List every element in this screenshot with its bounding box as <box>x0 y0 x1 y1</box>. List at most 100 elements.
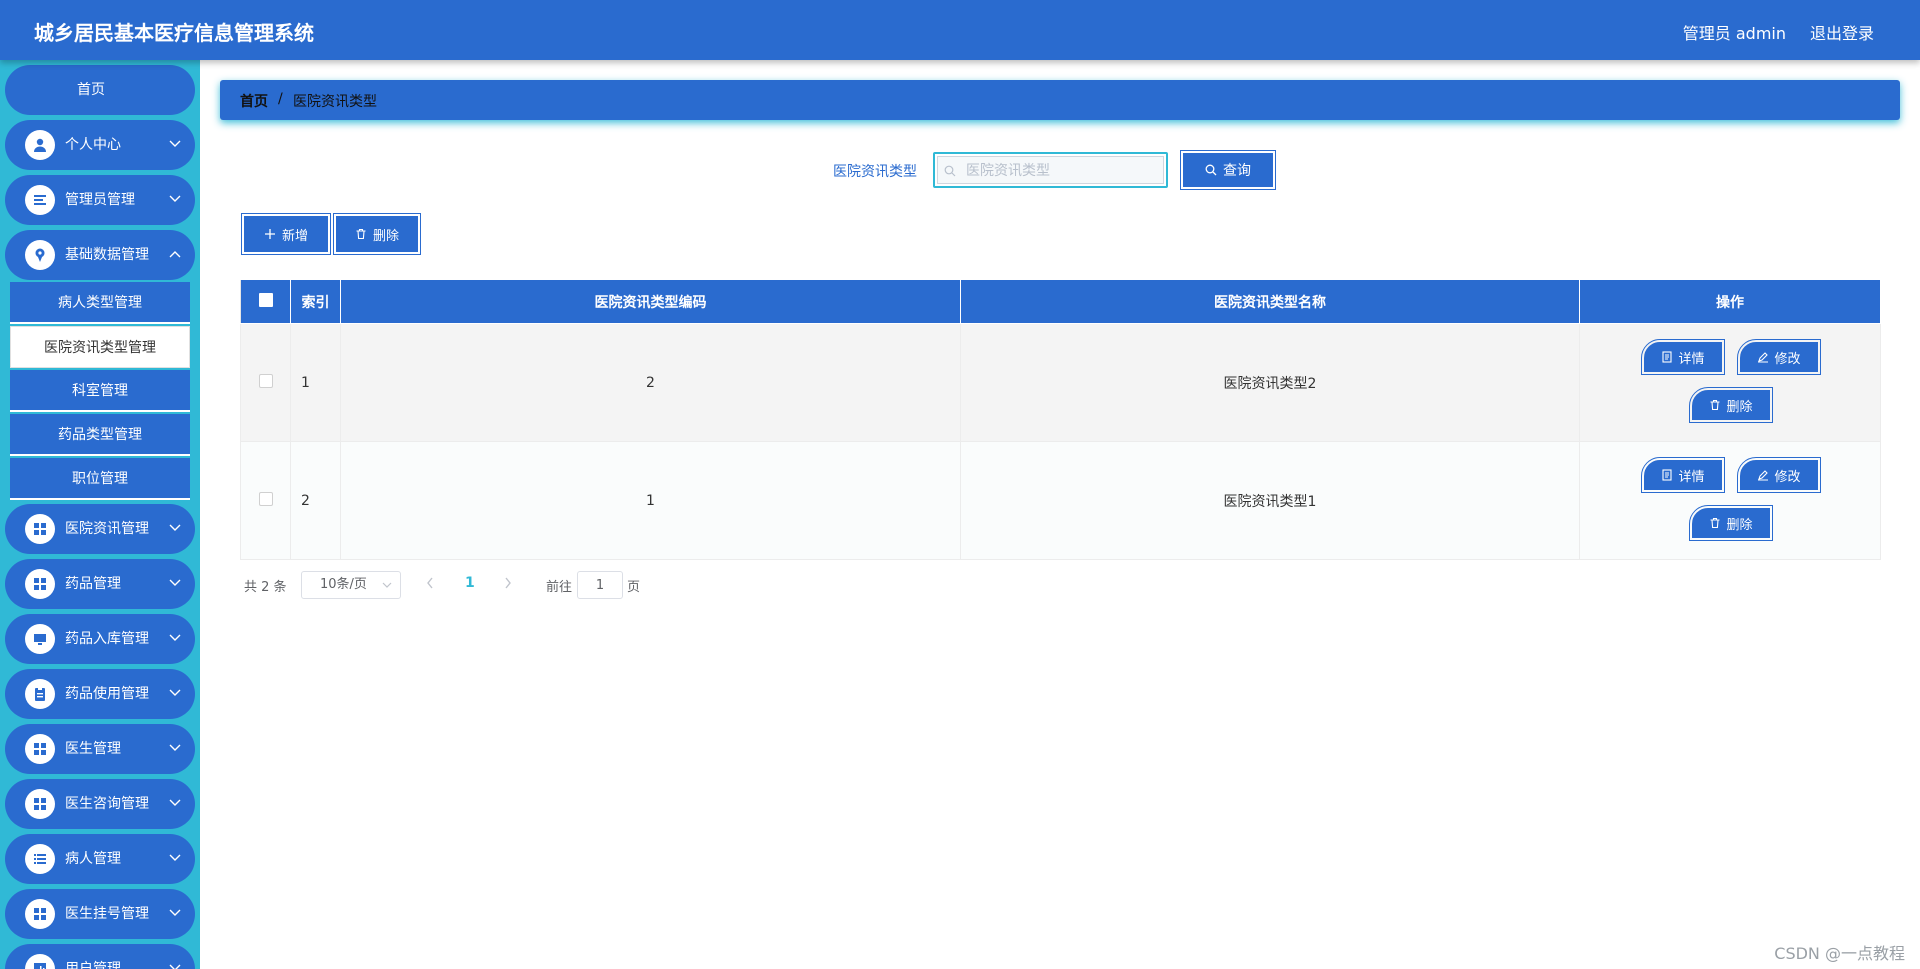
sidebar-item-label: 医生管理 <box>65 741 121 757</box>
chevron-down-icon <box>169 140 181 147</box>
chevron-down-icon <box>169 964 181 969</box>
document-icon <box>1662 469 1673 481</box>
row-actions: 详情 修改 删除 <box>1580 324 1880 441</box>
delete-button-label: 删除 <box>1726 399 1753 415</box>
sidebar-item-doctor-consult[interactable]: 医生咨询管理 <box>5 779 195 829</box>
chevron-down-icon <box>169 634 181 641</box>
search-input[interactable] <box>966 160 1156 182</box>
breadcrumb-separator: / <box>278 91 283 107</box>
sidebar-item-user[interactable]: 用户管理 <box>5 944 195 969</box>
sidebar-item-admin-management[interactable]: 管理员管理 <box>5 175 195 225</box>
grid-icon <box>25 514 55 544</box>
chevron-down-icon <box>169 744 181 751</box>
detail-button-label: 详情 <box>1678 469 1705 485</box>
query-button-label: 查询 <box>1223 163 1251 179</box>
watermark-text: CSDN @一点教程 <box>1774 944 1905 963</box>
app-title: 城乡居民基本医疗信息管理系统 <box>34 21 314 45</box>
chevron-down-icon <box>169 909 181 916</box>
grid-icon <box>25 899 55 929</box>
select-all-checkbox[interactable] <box>258 292 273 307</box>
sidebar-item-drug-usage[interactable]: 药品使用管理 <box>5 669 195 719</box>
chevron-down-icon <box>169 524 181 531</box>
sidebar-item-label: 病人管理 <box>65 851 121 867</box>
sidebar-item-personal-center[interactable]: 个人中心 <box>5 120 195 170</box>
sidebar-item-patient[interactable]: 病人管理 <box>5 834 195 884</box>
cell-code: 1 <box>340 441 961 560</box>
batch-delete-button[interactable]: 删除 <box>333 213 421 255</box>
row-checkbox[interactable] <box>258 373 273 388</box>
query-button[interactable]: 查询 <box>1180 150 1276 190</box>
detail-button[interactable]: 详情 <box>1641 457 1725 493</box>
edit-button-label: 修改 <box>1774 351 1801 367</box>
sidebar: 首页 个人中心 管理员管理 基础数据管理 病人类型管理 医院资讯类型管理 科室管… <box>0 60 200 969</box>
goto-suffix: 页 <box>627 580 641 595</box>
breadcrumb: 首页 / 医院资讯类型 <box>220 80 1900 120</box>
detail-button[interactable]: 详情 <box>1641 339 1725 375</box>
row-checkbox[interactable] <box>258 491 273 506</box>
table-header-row: 索引 医院资讯类型编码 医院资讯类型名称 操作 <box>240 279 1881 324</box>
page-number-current[interactable]: 1 <box>465 575 475 591</box>
user-icon <box>25 130 55 160</box>
search-input-wrapper <box>937 156 1164 184</box>
sidebar-subitem-position[interactable]: 职位管理 <box>10 458 190 500</box>
chevron-up-icon <box>169 251 181 258</box>
add-button[interactable]: 新增 <box>241 213 331 255</box>
column-header-code: 医院资讯类型编码 <box>340 279 961 324</box>
sidebar-item-label: 用户管理 <box>65 961 121 969</box>
sidebar-item-doctor[interactable]: 医生管理 <box>5 724 195 774</box>
goto-label: 前往 <box>546 580 573 595</box>
edit-button[interactable]: 修改 <box>1737 457 1821 493</box>
pagination-total: 共 2 条 <box>244 580 287 595</box>
breadcrumb-home[interactable]: 首页 <box>240 91 268 111</box>
grid-icon <box>25 569 55 599</box>
delete-button[interactable]: 删除 <box>1689 387 1773 423</box>
grid-icon <box>25 734 55 764</box>
list-icon <box>25 185 55 215</box>
edit-icon <box>1758 470 1769 481</box>
page-size-select[interactable]: 10条/页 <box>301 571 401 599</box>
edit-button-label: 修改 <box>1774 469 1801 485</box>
column-header-actions: 操作 <box>1579 279 1881 324</box>
chevron-down-icon <box>382 582 392 588</box>
prev-page-icon[interactable] <box>425 576 435 590</box>
sidebar-item-home[interactable]: 首页 <box>5 65 195 115</box>
logout-link[interactable]: 退出登录 <box>1810 20 1874 44</box>
sidebar-item-label: 基础数据管理 <box>65 247 149 263</box>
sidebar-item-doctor-registration[interactable]: 医生挂号管理 <box>5 889 195 939</box>
chevron-down-icon <box>169 195 181 202</box>
search-label: 医院资讯类型 <box>833 164 917 180</box>
sidebar-subitem-drug-type[interactable]: 药品类型管理 <box>10 414 190 456</box>
sidebar-item-drug[interactable]: 药品管理 <box>5 559 195 609</box>
sidebar-subitem-department[interactable]: 科室管理 <box>10 370 190 412</box>
grid-icon <box>25 789 55 819</box>
search-field <box>933 152 1168 188</box>
monitor-icon <box>25 624 55 654</box>
sidebar-item-basic-data[interactable]: 基础数据管理 <box>5 230 195 280</box>
cell-actions: 详情 修改 删除 <box>1579 323 1881 442</box>
breadcrumb-current: 医院资讯类型 <box>293 94 377 110</box>
sidebar-item-hospital-news[interactable]: 医院资讯管理 <box>5 504 195 554</box>
search-icon <box>1205 164 1217 176</box>
sidebar-item-label: 首页 <box>77 82 105 98</box>
cell-index: 2 <box>290 441 341 560</box>
cell-code: 2 <box>340 323 961 442</box>
sidebar-subitem-patient-type[interactable]: 病人类型管理 <box>10 282 190 324</box>
goto-page-input[interactable] <box>577 571 623 599</box>
sidebar-item-drug-stock-in[interactable]: 药品入库管理 <box>5 614 195 664</box>
delete-button-label: 删除 <box>1726 517 1753 533</box>
sidebar-item-label: 医院资讯管理 <box>65 521 149 537</box>
sidebar-item-label: 药品入库管理 <box>65 631 149 647</box>
select-all-header <box>240 279 291 324</box>
sidebar-subitem-hospital-news-type[interactable]: 医院资讯类型管理 <box>10 326 190 368</box>
plus-icon <box>264 229 275 239</box>
edit-button[interactable]: 修改 <box>1737 339 1821 375</box>
cell-name: 医院资讯类型1 <box>960 441 1580 560</box>
row-actions: 详情 修改 删除 <box>1580 442 1880 559</box>
list-icon <box>25 844 55 874</box>
delete-button[interactable]: 删除 <box>1689 505 1773 541</box>
page-size-value: 10条/页 <box>320 577 367 592</box>
sidebar-item-label: 管理员管理 <box>65 192 135 208</box>
clipboard-icon <box>25 679 55 709</box>
current-user-label: 管理员 admin <box>1682 24 1786 43</box>
next-page-icon[interactable] <box>503 576 513 590</box>
